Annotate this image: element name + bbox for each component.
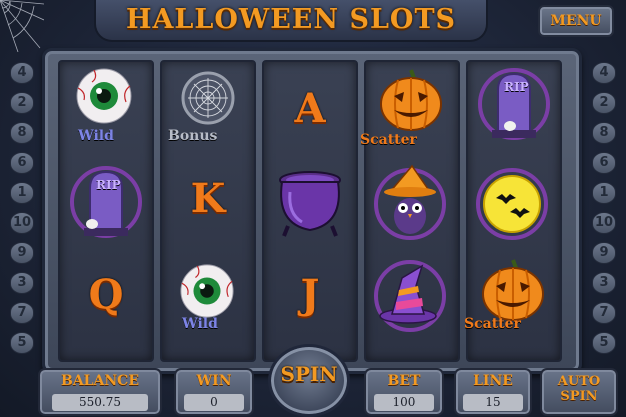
auto-spin-label-2: Spin (560, 389, 598, 404)
menu-button[interactable]: Menu (538, 5, 614, 37)
gravestone-icon (70, 166, 142, 238)
pumpkin-icon (482, 259, 544, 321)
win-value: 0 (183, 394, 245, 411)
bet-value: 100 (373, 394, 435, 411)
payline-stone[interactable]: 1 (592, 182, 616, 204)
game-title: Halloween Slots (125, 4, 457, 35)
line-label: Line (473, 373, 513, 389)
symbol-wild: Wild (170, 262, 250, 354)
wild-label: Wild (182, 316, 218, 332)
symbol-gravestone: RIP (474, 66, 554, 146)
auto-spin-label-1: Auto (557, 374, 601, 389)
symbol-j: J (274, 258, 346, 330)
payline-stone[interactable]: 9 (592, 242, 616, 264)
letter-j: J (300, 270, 320, 318)
cauldron-icon (279, 171, 341, 237)
payline-stone[interactable]: 6 (10, 152, 34, 174)
line-value: 15 (463, 394, 523, 411)
payline-stone[interactable]: 3 (592, 272, 616, 294)
symbol-scatter: Scatter (358, 64, 466, 160)
payline-indicators-left: 4 2 8 6 1 10 9 3 7 5 (8, 58, 36, 368)
symbol-k: K (172, 162, 244, 234)
witch-hat-icon (374, 260, 446, 332)
payline-stone[interactable]: 9 (10, 242, 34, 264)
eyeball-icon (180, 264, 234, 318)
spider-web-icon (0, 0, 44, 52)
payline-stone[interactable]: 5 (592, 332, 616, 354)
letter-a: A (294, 84, 326, 132)
symbol-gravestone: RIP (66, 164, 146, 244)
payline-stone[interactable]: 1 (10, 182, 34, 204)
payline-stone[interactable]: 6 (592, 152, 616, 174)
payline-indicators-right: 4 2 8 6 1 10 9 3 7 5 (590, 58, 618, 368)
symbol-scatter: Scatter (462, 256, 570, 352)
payline-stone[interactable]: 2 (592, 92, 616, 114)
owl-icon (374, 164, 446, 240)
symbol-q: Q (70, 258, 142, 330)
payline-stone[interactable]: 10 (10, 212, 34, 234)
payline-stone[interactable]: 2 (10, 92, 34, 114)
payline-stone[interactable]: 4 (10, 62, 34, 84)
payline-stone[interactable]: 7 (10, 302, 34, 324)
payline-stone[interactable]: 10 (592, 212, 616, 234)
payline-stone[interactable]: 8 (592, 122, 616, 144)
balance-panel: Balance 550.75 (38, 368, 162, 416)
letter-k: K (190, 174, 226, 222)
payline-stone[interactable]: 4 (592, 62, 616, 84)
wild-label: Wild (78, 128, 114, 144)
scatter-label: Scatter (464, 316, 521, 332)
symbol-a: A (274, 72, 346, 144)
bet-label: Bet (387, 373, 421, 389)
balance-value: 550.75 (52, 394, 148, 411)
pumpkin-icon (380, 69, 442, 131)
gravestone-icon (478, 68, 550, 140)
auto-spin-button[interactable]: Auto Spin (540, 368, 618, 416)
bonus-label: Bonus (168, 128, 218, 144)
win-panel: Win 0 (174, 368, 254, 416)
win-label: Win (196, 373, 232, 389)
spin-label[interactable]: Spin (268, 362, 350, 386)
balance-label: Balance (60, 373, 139, 389)
payline-stone[interactable]: 5 (10, 332, 34, 354)
symbol-wild: Wild (66, 64, 146, 156)
bet-panel[interactable]: Bet 100 (364, 368, 444, 416)
letter-q: Q (88, 270, 124, 318)
rip-label: RIP (504, 80, 529, 94)
line-panel[interactable]: Line 15 (454, 368, 532, 416)
cobweb-icon (181, 71, 235, 125)
payline-stone[interactable]: 7 (592, 302, 616, 324)
payline-stone[interactable]: 8 (10, 122, 34, 144)
rip-label: RIP (96, 178, 121, 192)
scatter-label: Scatter (360, 132, 417, 148)
symbol-bonus: Bonus (166, 66, 256, 156)
payline-stone[interactable]: 3 (10, 272, 34, 294)
moon-bats-icon (476, 168, 548, 240)
eyeball-icon (76, 68, 132, 124)
